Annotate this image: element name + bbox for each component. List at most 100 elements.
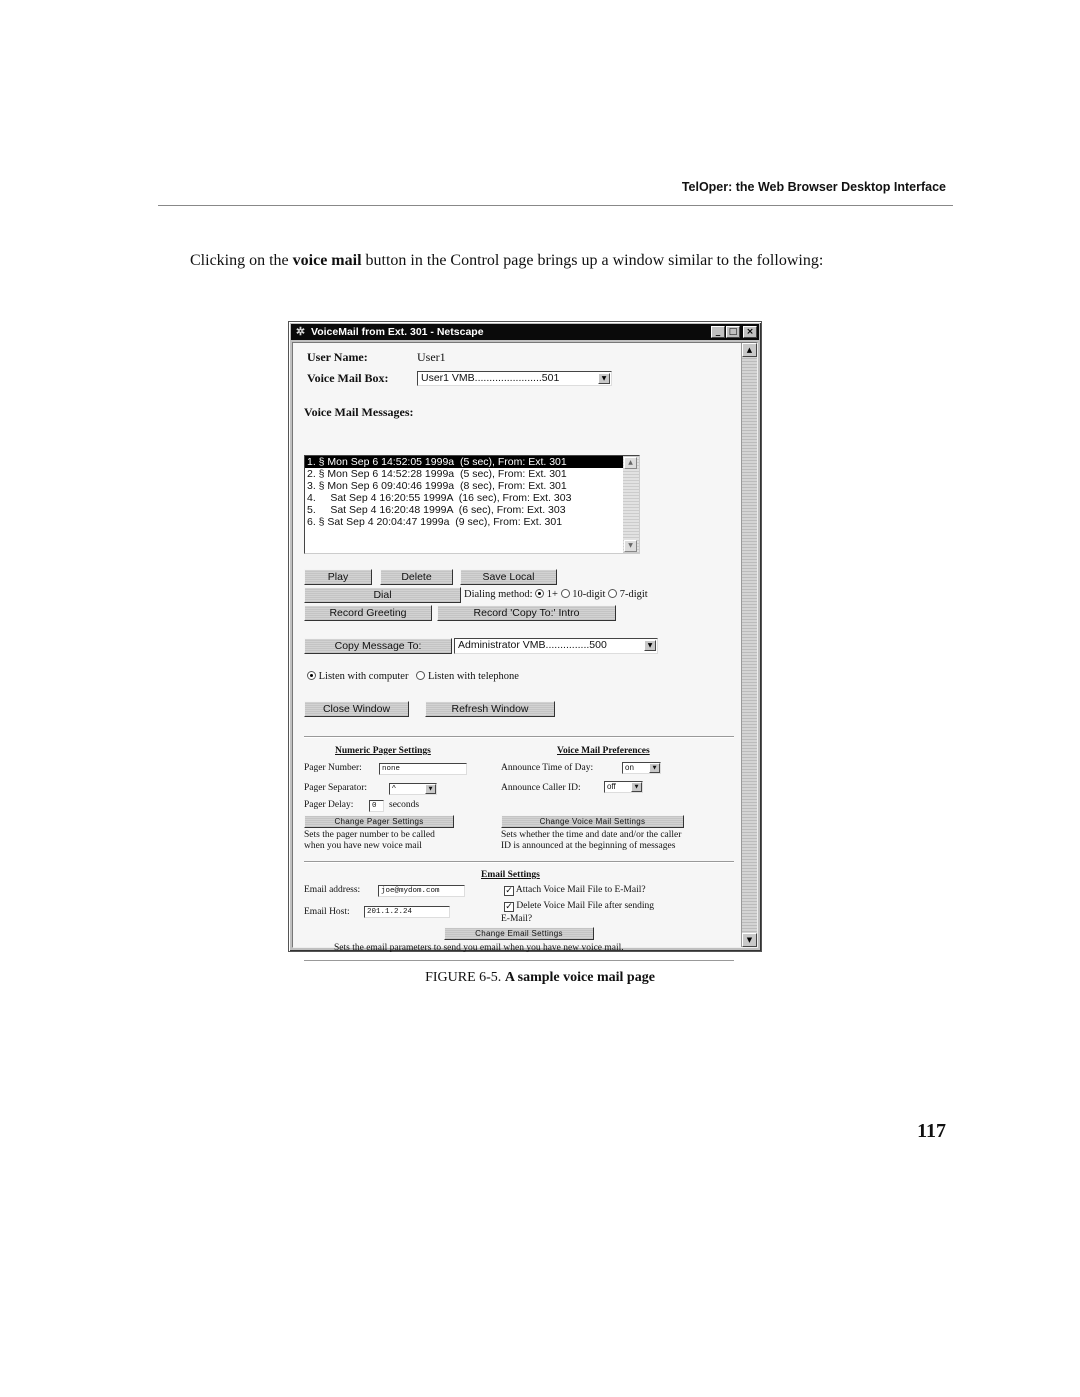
radio-7digit[interactable] bbox=[608, 589, 618, 598]
intro-before: Clicking on the bbox=[190, 252, 293, 269]
announce-time-select[interactable]: on ▼ bbox=[622, 762, 661, 774]
email-desc: Sets the email parameters to send you em… bbox=[334, 943, 624, 953]
pager-separator-value: ^ bbox=[392, 784, 396, 793]
scroll-up-icon[interactable]: ▲ bbox=[742, 343, 757, 357]
chevron-down-icon[interactable]: ▼ bbox=[598, 373, 610, 384]
pager-separator-label: Pager Separator: bbox=[304, 783, 368, 793]
window-title: VoiceMail from Ext. 301 - Netscape bbox=[311, 326, 484, 338]
pager-number-label: Pager Number: bbox=[304, 763, 362, 773]
radio-listen-computer[interactable] bbox=[307, 671, 316, 680]
pager-desc-line1: Sets the pager number to be called bbox=[304, 830, 435, 840]
change-email-settings-button[interactable]: Change Email Settings bbox=[444, 927, 594, 940]
close-button[interactable]: × bbox=[743, 326, 757, 338]
dialing-option-label: 10-digit bbox=[572, 589, 606, 600]
title-bar[interactable]: ✲ VoiceMail from Ext. 301 - Netscape _ □… bbox=[291, 324, 759, 340]
message-item[interactable]: 1. § Mon Sep 6 14:52:05 1999a (5 sec), F… bbox=[305, 456, 623, 468]
refresh-window-button[interactable]: Refresh Window bbox=[425, 701, 555, 717]
announce-caller-select[interactable]: off ▼ bbox=[604, 781, 643, 793]
play-button[interactable]: Play bbox=[304, 569, 372, 585]
email-host-input[interactable]: 201.1.2.24 bbox=[364, 906, 450, 918]
page-content: User Name: User1 Voice Mail Box: User1 V… bbox=[292, 342, 758, 962]
record-greeting-button[interactable]: Record Greeting bbox=[304, 605, 432, 621]
change-pager-settings-button[interactable]: Change Pager Settings bbox=[304, 815, 454, 828]
divider bbox=[304, 861, 734, 863]
figure-title: A sample voice mail page bbox=[504, 970, 655, 985]
messages-label: Voice Mail Messages: bbox=[304, 405, 414, 419]
chevron-down-icon[interactable]: ▼ bbox=[631, 782, 642, 792]
copy-to-select[interactable]: Administrator VMB...............500 ▼ bbox=[454, 638, 658, 654]
chevron-down-icon[interactable]: ▼ bbox=[649, 763, 660, 773]
figure-label: FIGURE 6-5. bbox=[425, 970, 502, 985]
intro-after: button in the Control page brings up a w… bbox=[361, 252, 824, 269]
copy-message-to-button[interactable]: Copy Message To: bbox=[304, 638, 452, 654]
chevron-down-icon[interactable]: ▼ bbox=[644, 640, 656, 651]
chevron-down-icon[interactable]: ▼ bbox=[425, 784, 436, 794]
preferences-section-title: Voice Mail Preferences bbox=[557, 746, 650, 756]
dial-button[interactable]: Dial bbox=[304, 587, 461, 603]
radio-1plus[interactable] bbox=[535, 589, 545, 598]
message-item[interactable]: 4. Sat Sep 4 16:20:55 1999A (16 sec), Fr… bbox=[305, 492, 639, 504]
mailbox-selected: User1 VMB.......................501 bbox=[421, 372, 560, 384]
change-voicemail-settings-button[interactable]: Change Voice Mail Settings bbox=[501, 815, 684, 828]
dialing-option-label: 1+ bbox=[546, 589, 558, 600]
scroll-down-icon[interactable]: ▼ bbox=[624, 540, 637, 552]
listen-options: Listen with computer Listen with telepho… bbox=[307, 671, 519, 682]
minimize-button[interactable]: _ bbox=[711, 326, 725, 338]
mailbox-select[interactable]: User1 VMB.......................501 ▼ bbox=[417, 371, 612, 386]
close-window-button[interactable]: Close Window bbox=[304, 701, 409, 717]
record-copy-intro-button[interactable]: Record 'Copy To:' Intro bbox=[437, 605, 616, 621]
scroll-down-icon[interactable]: ▼ bbox=[742, 933, 757, 947]
pager-separator-select[interactable]: ^ ▼ bbox=[389, 783, 437, 795]
radio-listen-telephone[interactable] bbox=[416, 671, 426, 680]
listen-option-label: Listen with telephone bbox=[427, 671, 519, 682]
radio-10digit[interactable] bbox=[560, 589, 570, 598]
divider bbox=[304, 960, 734, 962]
email-address-label: Email address: bbox=[304, 885, 361, 895]
pager-number-input[interactable]: none bbox=[379, 763, 467, 775]
copy-to-selected: Administrator VMB...............500 bbox=[458, 639, 607, 651]
save-local-button[interactable]: Save Local bbox=[460, 569, 557, 585]
dialing-method: Dialing method: 1+ 10-digit 7-digit bbox=[464, 589, 648, 600]
page-number: 117 bbox=[917, 1120, 946, 1142]
message-item[interactable]: 3. § Mon Sep 6 09:40:46 1999a (8 sec), F… bbox=[305, 480, 639, 492]
window-scrollbar[interactable]: ▲ ▼ bbox=[741, 343, 757, 947]
email-host-label: Email Host: bbox=[304, 907, 350, 917]
message-item[interactable]: 6. § Sat Sep 4 20:04:47 1999a (9 sec), F… bbox=[305, 516, 639, 528]
announce-time-label: Announce Time of Day: bbox=[501, 763, 594, 773]
dialing-method-label: Dialing method: bbox=[464, 589, 533, 600]
pager-section-title: Numeric Pager Settings bbox=[335, 746, 431, 756]
messages-listbox[interactable]: 1. § Mon Sep 6 14:52:05 1999a (5 sec), F… bbox=[304, 455, 640, 554]
browser-window: ✲ VoiceMail from Ext. 301 - Netscape _ □… bbox=[288, 321, 762, 962]
pager-desc-line2: when you have new voice mail bbox=[304, 841, 422, 851]
pager-delay-label: Pager Delay: bbox=[304, 800, 354, 810]
attach-checkbox[interactable]: ✓ bbox=[504, 886, 514, 896]
attach-label: Attach Voice Mail File to E-Mail? bbox=[515, 885, 646, 895]
list-scrollbar[interactable]: ▲ ▼ bbox=[623, 456, 639, 553]
message-item[interactable]: 2. § Mon Sep 6 14:52:28 1999a (5 sec), F… bbox=[305, 468, 639, 480]
announce-caller-label: Announce Caller ID: bbox=[501, 783, 581, 793]
delete-label: Delete Voice Mail File after sending bbox=[516, 901, 654, 911]
divider bbox=[304, 736, 734, 738]
delete-checkbox[interactable]: ✓ bbox=[504, 902, 514, 912]
delete-option: ✓ Delete Voice Mail File after sending bbox=[504, 901, 654, 912]
message-item[interactable]: 5. Sat Sep 4 16:20:48 1999A (6 sec), Fro… bbox=[305, 504, 639, 516]
pager-delay-unit: seconds bbox=[389, 800, 420, 810]
user-name-label: User Name: bbox=[307, 350, 368, 364]
maximize-button[interactable]: □ bbox=[726, 326, 740, 338]
announce-caller-value: off bbox=[607, 782, 616, 791]
mailbox-label: Voice Mail Box: bbox=[307, 371, 389, 385]
intro-paragraph: Clicking on the voice mail button in the… bbox=[190, 251, 950, 271]
listen-option-label: Listen with computer bbox=[318, 671, 409, 682]
figure-caption: FIGURE 6-5. A sample voice mail page bbox=[0, 970, 1080, 986]
attach-option: ✓ Attach Voice Mail File to E-Mail? bbox=[504, 885, 646, 896]
email-address-input[interactable]: joe@mydom.com bbox=[378, 885, 465, 897]
delete-button[interactable]: Delete bbox=[380, 569, 453, 585]
dialing-option-label: 7-digit bbox=[619, 589, 648, 600]
intro-bold: voice mail bbox=[292, 252, 362, 269]
user-name-value: User1 bbox=[417, 350, 446, 364]
running-header: TelOper: the Web Browser Desktop Interfa… bbox=[681, 180, 946, 194]
scroll-up-icon[interactable]: ▲ bbox=[624, 457, 637, 469]
delete-label-cont: E-Mail? bbox=[501, 914, 533, 924]
email-section-title: Email Settings bbox=[481, 870, 540, 880]
pager-delay-input[interactable]: 0 bbox=[369, 800, 384, 812]
